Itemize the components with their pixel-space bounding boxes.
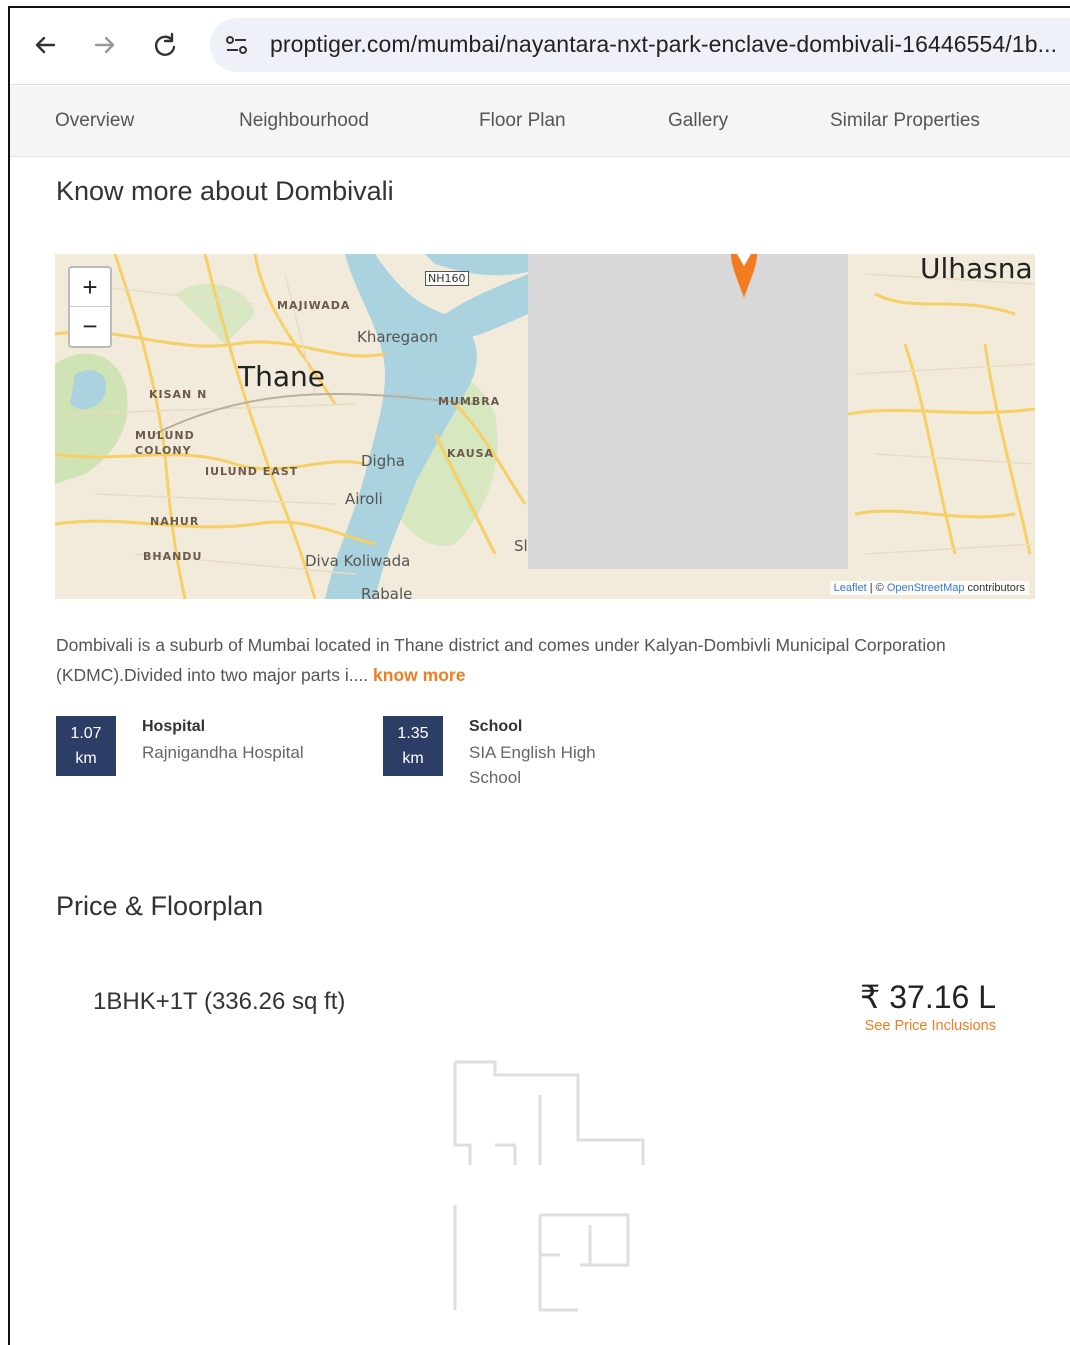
map-label-colony: COLONY [135,444,192,457]
poi-type: School [469,718,523,735]
frame-left-border [8,6,10,1345]
distance-value: 1.35 [397,725,429,742]
map-label-airoli: Airoli [345,490,383,508]
section-tabs: Overview Neighbourhood Floor Plan Galler… [10,86,1070,157]
map-label-thane: Thane [238,360,325,393]
distance-badge: 1.07 km [56,716,116,776]
zoom-control: + − [68,266,112,348]
neighbourhood-title: Know more about Dombivali [56,176,394,206]
attribution-contributors: contributors [964,582,1025,594]
map-label-rabale: Rabale [361,585,413,599]
distance-unit: km [402,750,424,767]
map-label-mulund: MULUND [135,429,195,442]
site-settings-icon[interactable] [224,33,250,57]
map-label-mulund-east: IULUND EAST [205,465,299,478]
map-label-majiwada: MAJIWADA [277,299,351,312]
unloaded-map-tile [528,254,848,569]
zoom-out-button[interactable]: − [70,307,110,345]
poi-type: Hospital [142,718,206,735]
tab-floor-plan[interactable]: Floor Plan [479,110,566,132]
map-label-mumbra: MUMBRA [438,395,501,408]
poi-name: Rajnigandha Hospital [142,743,304,762]
unit-configuration: 1BHK+1T (336.26 sq ft) [93,988,346,1015]
locality-description: Dombivali is a suburb of Mumbai located … [56,630,1016,690]
map-label-sl: Sl [514,537,528,555]
reload-icon[interactable] [150,30,180,60]
distance-badge: 1.35 km [383,716,443,776]
map-label-kausa: KAUSA [447,447,495,460]
map-label-digha: Digha [361,452,405,470]
forward-arrow-icon[interactable] [90,30,120,60]
openstreetmap-link[interactable]: OpenStreetMap [887,582,965,594]
address-bar[interactable]: proptiger.com/mumbai/nayantara-nxt-park-… [210,18,1070,72]
map-label-kharegaon: Kharegaon [357,328,438,346]
poi-name: SIA English High School [469,743,596,787]
map-label-kisan: KISAN N [149,388,208,401]
map-label-bhandu: BHANDU [143,550,203,563]
leaflet-link[interactable]: Leaflet [834,582,867,594]
tab-neighbourhood[interactable]: Neighbourhood [239,110,369,132]
attribution-separator: | © [866,582,887,594]
neighbourhood-map[interactable]: + − MAJIWADA NH160 Kharegaon Thane KISAN… [55,254,1035,599]
description-text: Dombivali is a suburb of Mumbai located … [56,635,946,685]
distance-value: 1.07 [70,725,102,742]
floorplan-image[interactable] [440,1055,660,1315]
url-text[interactable]: proptiger.com/mumbai/nayantara-nxt-park-… [270,31,1057,58]
map-label-nahur: NAHUR [150,515,200,528]
back-arrow-icon[interactable] [30,30,60,60]
know-more-link[interactable]: know more [373,665,465,685]
price-floorplan-title: Price & Floorplan [56,891,264,921]
map-attribution: Leaflet | © OpenStreetMap contributors [829,581,1029,595]
tab-gallery[interactable]: Gallery [668,110,728,132]
price-value: ₹ 37.16 L [859,979,996,1015]
tab-similar-properties[interactable]: Similar Properties [830,110,980,132]
browser-toolbar: proptiger.com/mumbai/nayantara-nxt-park-… [10,8,1070,85]
zoom-in-button[interactable]: + [70,268,110,307]
map-label-ulhasna: Ulhasna [920,254,1033,285]
see-price-inclusions-link[interactable]: See Price Inclusions [865,1018,996,1034]
map-label-diva-koliwada: Diva Koliwada [305,552,411,570]
location-marker-icon[interactable] [727,254,761,300]
map-label-nh160: NH160 [425,271,469,286]
distance-unit: km [75,750,97,767]
tab-overview[interactable]: Overview [55,110,134,132]
